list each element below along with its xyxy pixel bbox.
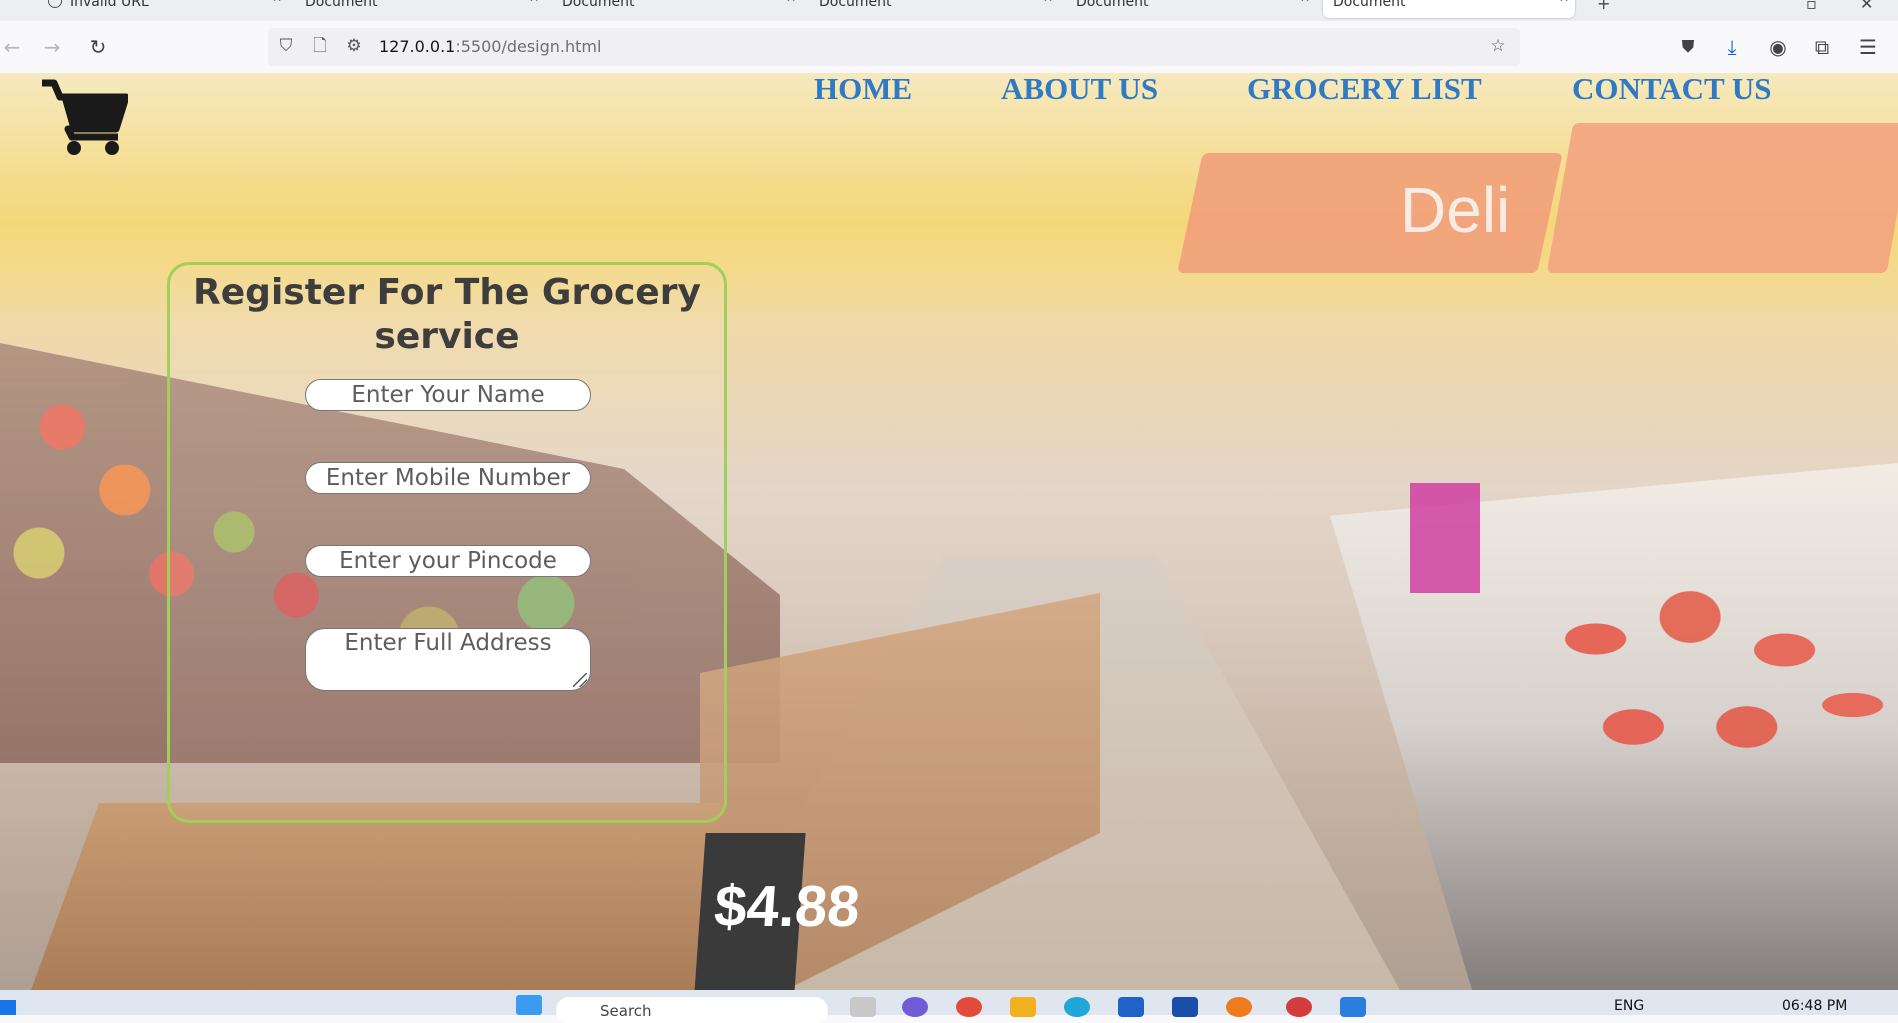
taskbar-search[interactable]: Search (556, 997, 828, 1023)
browser-tab-active[interactable]: Document✕ (1323, 0, 1575, 18)
download-icon[interactable]: ⤓ (1720, 35, 1744, 59)
firefox-icon[interactable] (1226, 997, 1252, 1017)
page-icon: 🗋 (313, 36, 327, 56)
url-text[interactable]: 127.0.0.1:5500/design.html (379, 37, 601, 56)
edge-icon[interactable] (1064, 997, 1090, 1017)
app-icon[interactable] (1286, 997, 1312, 1017)
browser-tab[interactable]: Document✕ (305, 0, 545, 18)
register-form: Register For The Grocery service Enter Y… (167, 262, 727, 823)
reload-icon[interactable]: ↻ (86, 35, 110, 59)
browser-tab[interactable]: Document✕ (819, 0, 1059, 18)
app-icon[interactable] (850, 997, 876, 1017)
extensions-icon[interactable]: ⧉ (1810, 35, 1834, 59)
resize-handle-icon[interactable] (573, 673, 587, 687)
close-window-icon[interactable]: ✕ (1860, 0, 1873, 13)
chrome-icon[interactable] (956, 997, 982, 1017)
bookmark-star-icon[interactable]: ☆ (1488, 36, 1508, 56)
back-icon[interactable]: ← (0, 35, 24, 59)
mobile-input[interactable]: Enter Mobile Number (305, 462, 591, 494)
nav-home-link[interactable]: HOME (814, 73, 912, 107)
shield-icon[interactable]: ⛉ (276, 36, 296, 56)
language-indicator[interactable]: ENG (1614, 998, 1644, 1014)
name-input[interactable]: Enter Your Name (305, 379, 591, 411)
tab-strip: Invalid URL✕ Document✕ Document✕ Documen… (0, 0, 1898, 21)
windows-start-icon[interactable] (0, 1000, 16, 1015)
background-display (1410, 483, 1480, 593)
browser-tab[interactable]: Invalid URL✕ (48, 0, 288, 18)
background-counter (30, 803, 720, 990)
cart-icon[interactable] (40, 77, 128, 157)
app-icon[interactable] (902, 997, 928, 1017)
new-tab-button[interactable]: + (1597, 0, 1610, 13)
address-textarea[interactable]: Enter Full Address (305, 628, 591, 691)
minimize-icon[interactable]: ▫ (1806, 0, 1817, 13)
form-title: Register For The Grocery service (193, 272, 701, 357)
vscode-icon[interactable] (1340, 997, 1366, 1017)
clock-time[interactable]: 06:48 PM (1782, 998, 1847, 1014)
nav-contact-link[interactable]: CONTACT US (1572, 73, 1772, 107)
pincode-input[interactable]: Enter your Pincode (305, 545, 591, 577)
forward-icon[interactable]: → (40, 35, 64, 59)
nav-about-link[interactable]: ABOUT US (1001, 73, 1158, 107)
background-price-sign: $4.88 (694, 833, 862, 990)
windows-logo-icon[interactable] (516, 995, 542, 1015)
permissions-icon[interactable]: ⚙ (344, 36, 364, 56)
menu-icon[interactable]: ☰ (1856, 35, 1880, 59)
folder-icon[interactable] (1010, 997, 1036, 1017)
mail-icon[interactable] (1172, 997, 1198, 1017)
address-bar[interactable]: ⛉ 🗋 ⚙ 127.0.0.1:5500/design.html ☆ (268, 28, 1520, 66)
background-products (1520, 573, 1898, 793)
background-deli-banner (1546, 123, 1898, 273)
browser-tab[interactable]: Document✕ (562, 0, 802, 18)
store-icon[interactable] (1118, 997, 1144, 1017)
os-taskbar: Search ENG 06:48 PM (0, 990, 1898, 1023)
background-deli-text: Deli (1400, 174, 1511, 246)
pocket-icon[interactable]: ⛊ (1676, 35, 1700, 59)
nav-grocery-list-link[interactable]: GROCERY LIST (1247, 73, 1482, 107)
page-body: Deli $4.88 HOME ABOUT US GROCERY LIST CO… (0, 73, 1898, 990)
account-icon[interactable]: ◉ (1766, 35, 1790, 59)
browser-tab[interactable]: Document✕ (1076, 0, 1316, 18)
nav-toolbar: ← → ↻ ⛉ 🗋 ⚙ 127.0.0.1:5500/design.html ☆… (0, 21, 1898, 73)
warning-icon (48, 0, 62, 8)
